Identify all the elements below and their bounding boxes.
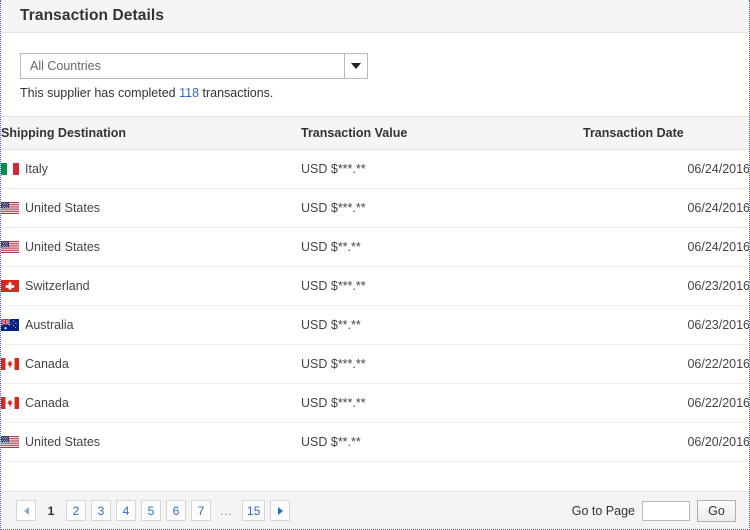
pagination-page-6[interactable]: 6 <box>166 500 186 521</box>
cell-transaction-date: 06/23/2016 <box>583 306 749 345</box>
table-row[interactable]: United States USD $**.**06/20/2016 <box>1 423 749 462</box>
destination-label: Canada <box>25 357 69 371</box>
flag-australia-icon <box>1 319 19 331</box>
destination-label: Switzerland <box>25 279 90 293</box>
chevron-down-icon <box>351 63 361 69</box>
table-row[interactable]: Canada USD $***.**06/22/2016 <box>1 384 749 423</box>
cell-shipping-destination: United States <box>1 423 301 462</box>
flag-united-states-icon <box>1 241 19 253</box>
pagination-next-button[interactable] <box>270 500 290 521</box>
flag-canada-icon <box>1 358 19 370</box>
pagination: 1234567...15 <box>16 500 290 521</box>
cell-transaction-value: USD $***.** <box>301 345 583 384</box>
column-header-shipping-destination: Shipping Destination <box>1 117 301 150</box>
pagination-prev-button[interactable] <box>16 500 36 521</box>
table-row[interactable]: United States USD $***.**06/24/2016 <box>1 189 749 228</box>
transaction-count: 118 <box>179 86 199 100</box>
pagination-page-last[interactable]: 15 <box>242 500 265 521</box>
pagination-page-5[interactable]: 5 <box>141 500 161 521</box>
table-header-row: Shipping Destination Transaction Value T… <box>1 117 749 150</box>
cell-transaction-date: 06/24/2016 <box>583 150 749 189</box>
cell-shipping-destination: United States <box>1 228 301 267</box>
cell-transaction-date: 06/22/2016 <box>583 384 749 423</box>
pagination-page-7[interactable]: 7 <box>191 500 211 521</box>
column-header-transaction-value: Transaction Value <box>301 117 583 150</box>
destination-label: United States <box>25 435 100 449</box>
table-row[interactable]: United States USD $**.**06/24/2016 <box>1 228 749 267</box>
cell-shipping-destination: Australia <box>1 306 301 345</box>
pagination-page-1: 1 <box>41 500 61 521</box>
goto-page-label: Go to Page <box>572 504 635 518</box>
filter-area: All Countries This supplier has complete… <box>1 33 749 100</box>
note-prefix: This supplier has completed <box>20 86 179 100</box>
table-row[interactable]: Canada USD $***.**06/22/2016 <box>1 345 749 384</box>
panel-header: Transaction Details <box>1 0 749 33</box>
go-button[interactable]: Go <box>697 500 736 522</box>
flag-united-states-icon <box>1 202 19 214</box>
pagination-page-4[interactable]: 4 <box>116 500 136 521</box>
cell-shipping-destination: Canada <box>1 345 301 384</box>
pagination-ellipsis: ... <box>216 500 237 521</box>
triangle-right-icon <box>278 507 283 515</box>
transaction-details-panel: Transaction Details All Countries This s… <box>0 0 750 530</box>
panel-footer: 1234567...15 Go to Page Go <box>1 491 749 529</box>
column-header-transaction-date: Transaction Date <box>583 117 749 150</box>
cell-transaction-value: USD $**.** <box>301 228 583 267</box>
transactions-table: Shipping Destination Transaction Value T… <box>1 116 749 462</box>
cell-transaction-date: 06/24/2016 <box>583 228 749 267</box>
cell-transaction-value: USD $***.** <box>301 189 583 228</box>
destination-label: United States <box>25 240 100 254</box>
triangle-left-icon <box>24 507 29 515</box>
supplier-transaction-note: This supplier has completed 118 transact… <box>20 86 749 100</box>
country-filter-dropdown-button[interactable] <box>344 54 367 78</box>
table-row[interactable]: Switzerland USD $***.**06/23/2016 <box>1 267 749 306</box>
table-row[interactable]: Italy USD $***.**06/24/2016 <box>1 150 749 189</box>
country-filter-value: All Countries <box>21 59 344 73</box>
cell-transaction-date: 06/22/2016 <box>583 345 749 384</box>
cell-transaction-date: 06/20/2016 <box>583 423 749 462</box>
table-row[interactable]: Australia USD $**.**06/23/2016 <box>1 306 749 345</box>
country-filter-select[interactable]: All Countries <box>20 53 368 79</box>
note-suffix: transactions. <box>199 86 273 100</box>
goto-page-group: Go to Page Go <box>572 500 736 522</box>
destination-label: Italy <box>25 162 48 176</box>
cell-shipping-destination: Italy <box>1 150 301 189</box>
cell-transaction-value: USD $***.** <box>301 384 583 423</box>
transactions-table-wrap: Shipping Destination Transaction Value T… <box>1 116 749 491</box>
cell-shipping-destination: Switzerland <box>1 267 301 306</box>
pagination-page-3[interactable]: 3 <box>91 500 111 521</box>
flag-united-states-icon <box>1 436 19 448</box>
destination-label: Australia <box>25 318 74 332</box>
cell-shipping-destination: United States <box>1 189 301 228</box>
cell-transaction-value: USD $***.** <box>301 267 583 306</box>
destination-label: United States <box>25 201 100 215</box>
goto-page-input[interactable] <box>642 501 690 521</box>
flag-italy-icon <box>1 163 19 175</box>
cell-transaction-value: USD $**.** <box>301 306 583 345</box>
flag-canada-icon <box>1 397 19 409</box>
cell-transaction-value: USD $**.** <box>301 423 583 462</box>
pagination-page-2[interactable]: 2 <box>66 500 86 521</box>
page-title: Transaction Details <box>20 7 164 25</box>
transactions-table-body: ItalyUSD $***.**06/24/2016United StatesU… <box>1 150 749 462</box>
flag-switzerland-icon <box>1 280 19 292</box>
cell-transaction-date: 06/24/2016 <box>583 189 749 228</box>
cell-transaction-date: 06/23/2016 <box>583 267 749 306</box>
destination-label: Canada <box>25 396 69 410</box>
cell-transaction-value: USD $***.** <box>301 150 583 189</box>
cell-shipping-destination: Canada <box>1 384 301 423</box>
